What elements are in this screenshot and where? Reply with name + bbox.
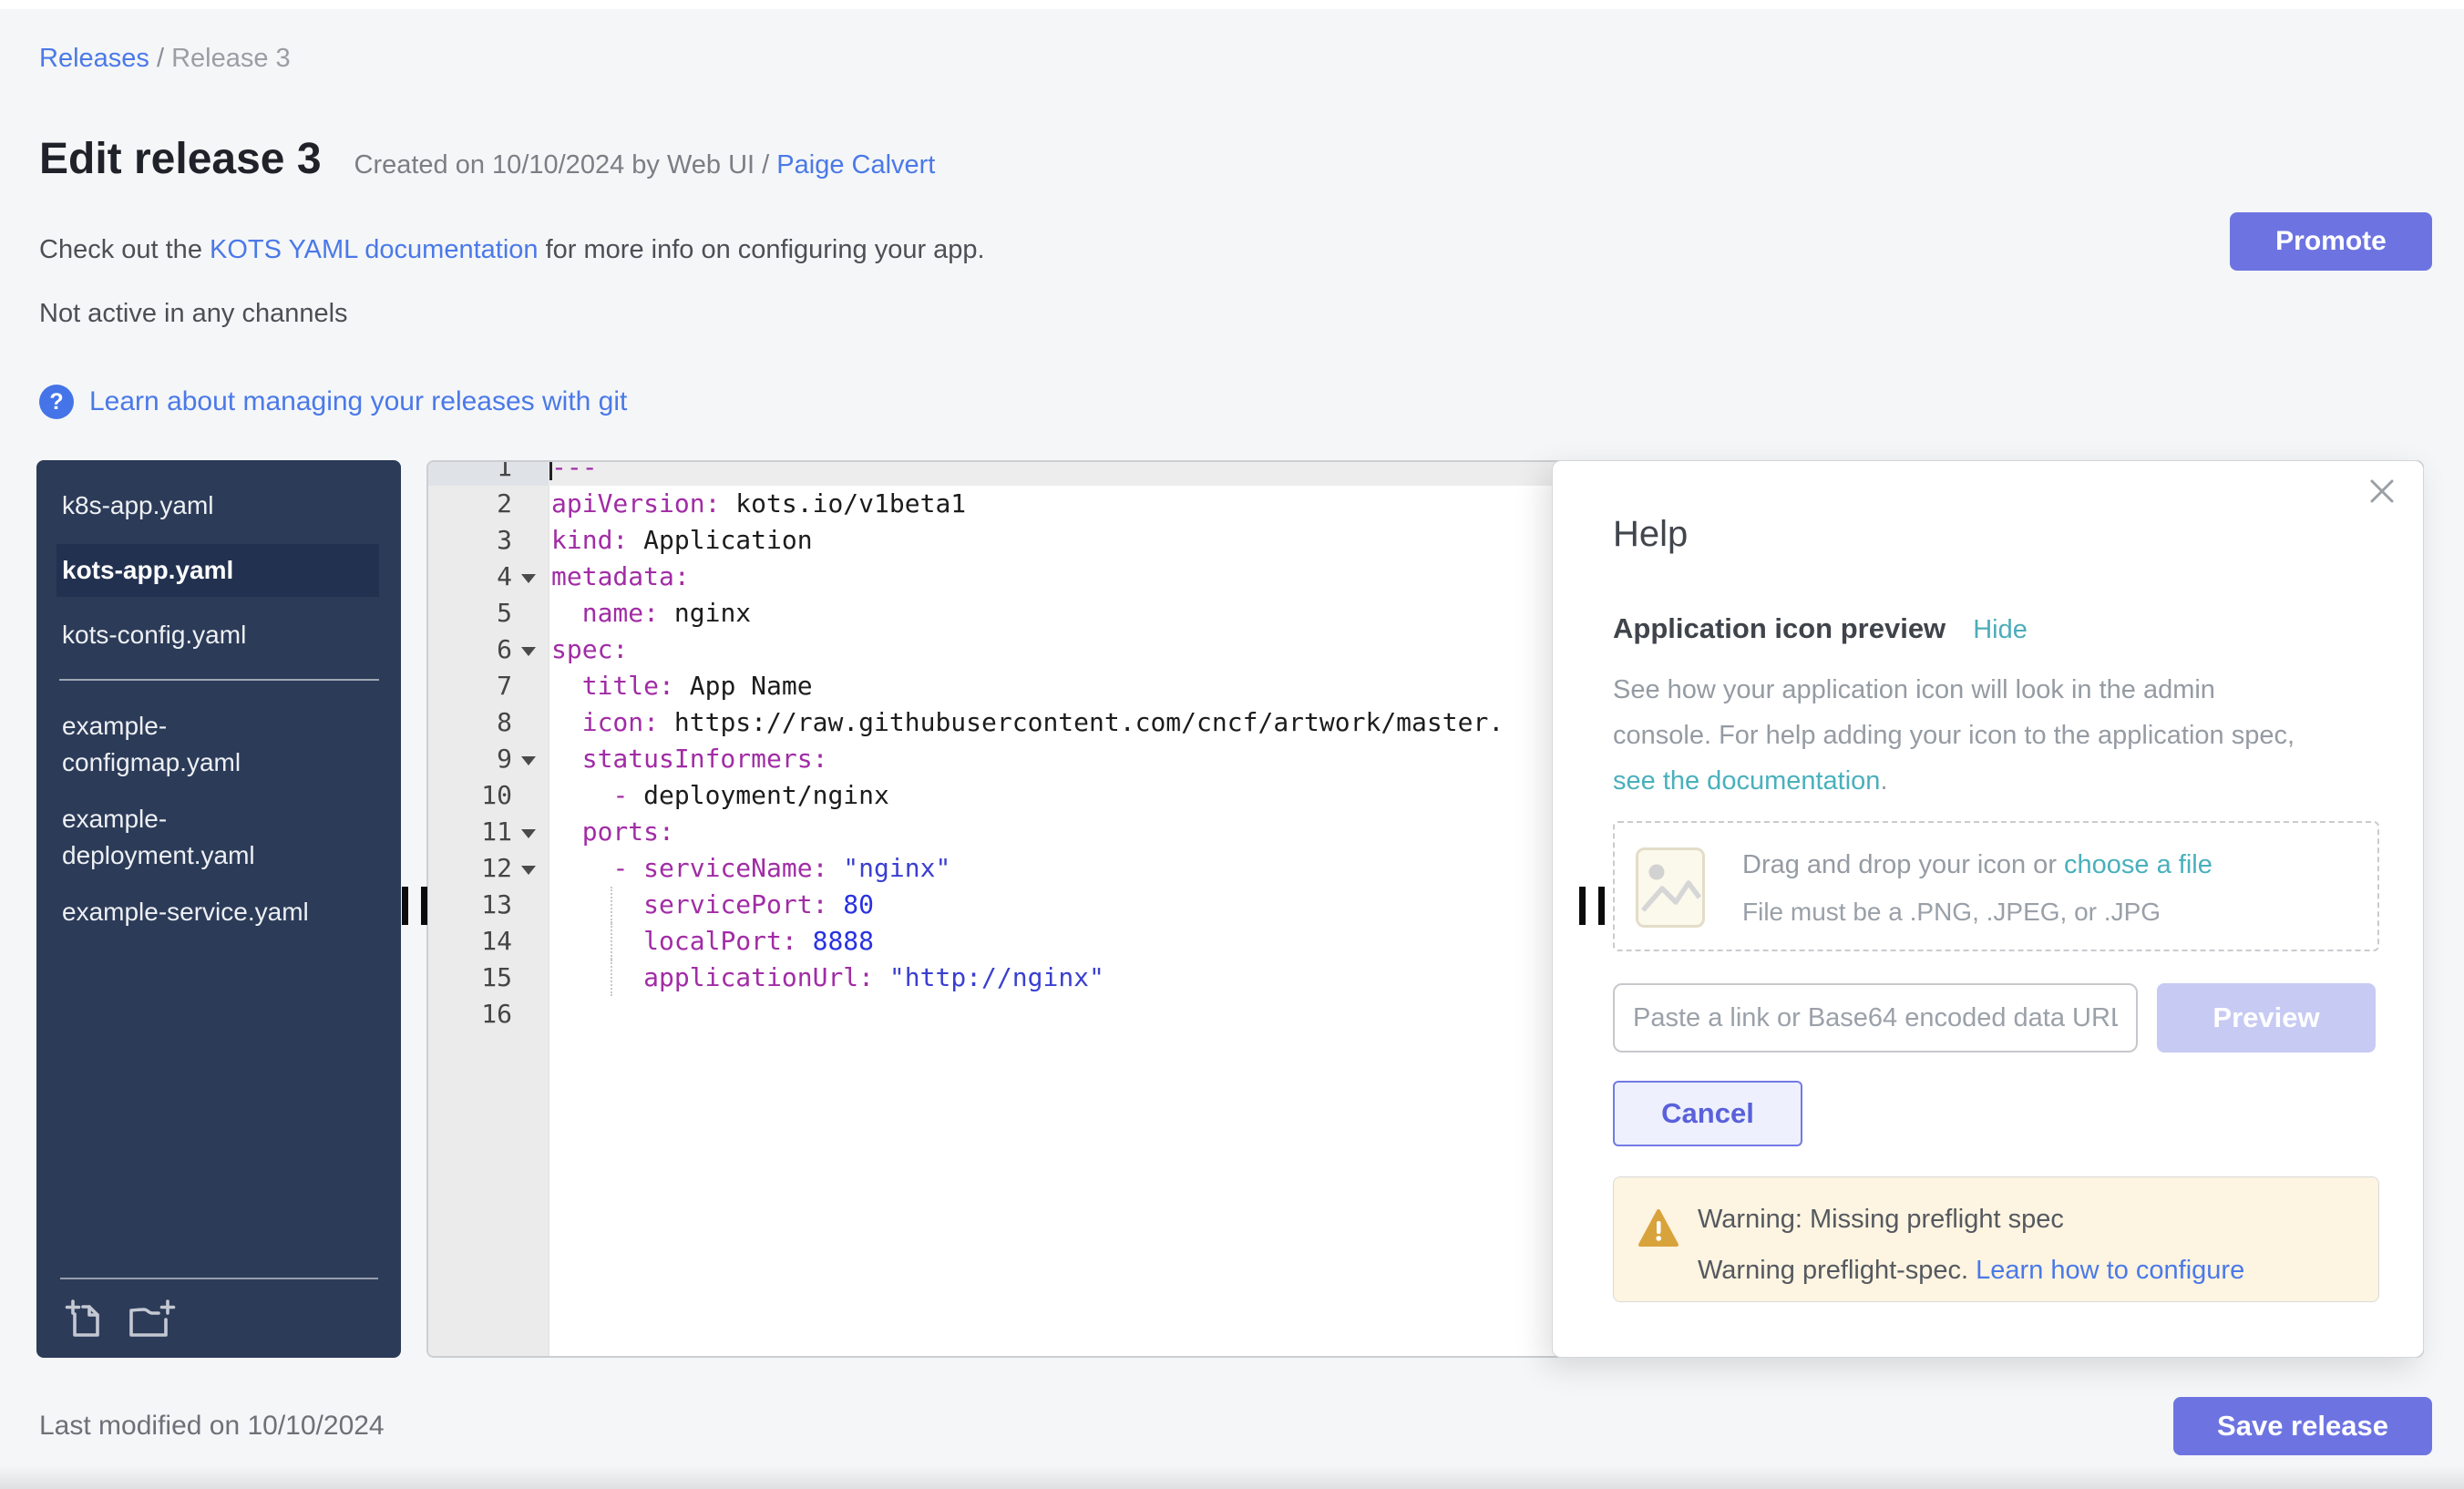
icon-dropzone[interactable]: Drag and drop your icon or choose a file… — [1613, 821, 2379, 951]
close-icon[interactable] — [2366, 476, 2397, 507]
git-help-label: Learn about managing your releases with … — [89, 386, 627, 417]
file-sidebar: k8s-app.yaml kots-app.yaml kots-config.yam… — [36, 460, 401, 1358]
breadcrumb: Releases / Release 3 — [39, 44, 291, 74]
file-item-example-configmap.yaml[interactable]: example-configmap.yaml — [62, 708, 379, 781]
choose-file-link[interactable]: choose a file — [2064, 850, 2212, 879]
hide-link[interactable]: Hide — [1973, 615, 2028, 645]
line-number: 5 — [428, 595, 549, 632]
file-item-example-deployment.yaml[interactable]: example-deployment.yaml — [62, 801, 379, 874]
save-release-button[interactable]: Save release — [2173, 1397, 2432, 1455]
fold-arrow-icon[interactable] — [521, 829, 536, 838]
author-link[interactable]: Paige Calvert — [776, 150, 935, 180]
fold-arrow-icon[interactable] — [521, 647, 536, 656]
fold-arrow-icon[interactable] — [521, 574, 536, 583]
file-item-k8s-app.yaml[interactable]: k8s-app.yaml — [62, 488, 379, 524]
new-file-icon[interactable] — [64, 1298, 109, 1343]
line-number: 3 — [428, 522, 549, 559]
indent-guide — [611, 923, 612, 960]
help-panel-resize-handle[interactable] — [1579, 887, 1605, 925]
new-folder-icon[interactable] — [128, 1298, 179, 1343]
file-item-kots-config.yaml[interactable]: kots-config.yaml — [62, 617, 379, 653]
warning-detail: Warning preflight-spec. Learn how to con… — [1698, 1256, 2244, 1286]
section-title: Application icon preview — [1613, 612, 1946, 645]
image-placeholder-icon — [1635, 847, 1706, 929]
title-row: Edit release 3 Created on 10/10/2024 by … — [39, 133, 935, 186]
warning-title: Warning: Missing preflight spec — [1698, 1205, 2064, 1235]
breadcrumb-releases-link[interactable]: Releases — [39, 44, 149, 73]
warning-triangle-icon — [1638, 1208, 1679, 1248]
text-cursor — [549, 460, 552, 480]
channel-status: Not active in any channels — [39, 299, 348, 329]
cancel-button[interactable]: Cancel — [1613, 1081, 1802, 1146]
file-item-kots-app.yaml[interactable]: kots-app.yaml — [56, 544, 379, 597]
fold-arrow-icon[interactable] — [521, 756, 536, 765]
dropzone-instruction: Drag and drop your icon or choose a file — [1742, 850, 2212, 880]
edit-release-page: Releases / Release 3 Edit release 3 Crea… — [0, 0, 2464, 1489]
preview-button[interactable]: Preview — [2157, 983, 2376, 1053]
see-documentation-link[interactable]: see the documentation — [1613, 766, 1880, 796]
icon-preview-section: Application icon preview Hide — [1613, 612, 2028, 645]
promote-button[interactable]: Promote — [2230, 212, 2432, 271]
file-list: k8s-app.yamlkots-app.yamlkots-config.yam… — [62, 488, 379, 930]
file-item-example-service.yaml[interactable]: example-service.yaml — [62, 894, 379, 930]
line-number: 8 — [428, 704, 549, 741]
line-number: 7 — [428, 668, 549, 704]
git-help-link[interactable]: ? Learn about managing your releases wit… — [39, 385, 627, 419]
line-number: 16 — [428, 996, 549, 1032]
line-number: 15 — [428, 960, 549, 996]
line-number: 13 — [428, 887, 549, 923]
learn-how-to-configure-link[interactable]: Learn how to configure — [1976, 1256, 2244, 1285]
indent-guide — [611, 960, 612, 996]
line-number: 1 — [428, 460, 549, 486]
sidebar-resize-handle[interactable] — [402, 887, 427, 925]
kots-yaml-docs-link[interactable]: KOTS YAML documentation — [210, 235, 539, 264]
line-number: 10 — [428, 777, 549, 814]
preflight-warning: Warning: Missing preflight spec Warning … — [1613, 1176, 2379, 1302]
icon-url-input[interactable] — [1613, 983, 2138, 1053]
sidebar-bottom-divider — [60, 1278, 378, 1279]
created-info: Created on 10/10/2024 by Web UI / Paige … — [354, 150, 936, 180]
indent-guide — [611, 887, 612, 923]
icon-preview-description: See how your application icon will look … — [1613, 667, 2295, 804]
dropzone-file-types: File must be a .PNG, .JPEG, or .JPG — [1742, 898, 2161, 927]
help-panel-title: Help — [1613, 514, 1688, 555]
doc-hint-line: Check out the KOTS YAML documentation fo… — [39, 235, 985, 265]
last-modified-text: Last modified on 10/10/2024 — [39, 1411, 385, 1442]
help-panel: Help Application icon preview Hide See h… — [1552, 460, 2424, 1358]
line-number: 2 — [428, 486, 549, 522]
question-mark-icon: ? — [39, 385, 74, 419]
fold-arrow-icon[interactable] — [521, 866, 536, 875]
line-number: 14 — [428, 923, 549, 960]
page-title: Edit release 3 — [39, 133, 322, 186]
sidebar-actions — [64, 1298, 179, 1343]
sidebar-divider — [59, 679, 379, 681]
